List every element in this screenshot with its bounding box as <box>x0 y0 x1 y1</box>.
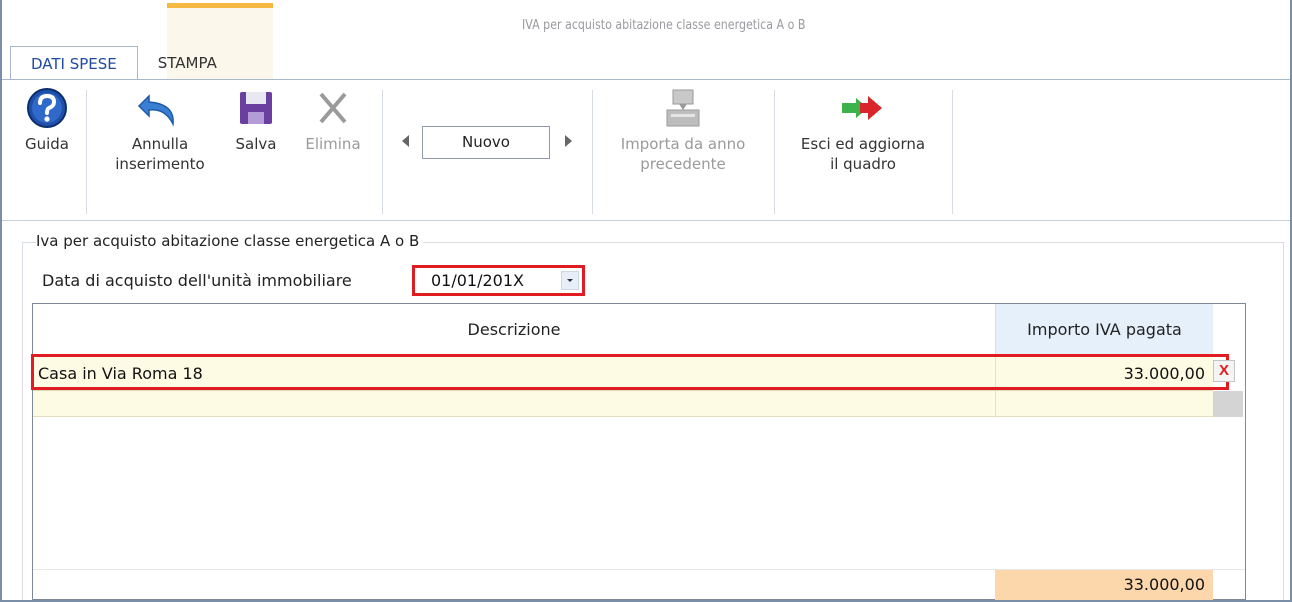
esci-label-1: Esci ed aggiorna <box>800 135 926 153</box>
column-header-importo[interactable]: Importo IVA pagata <box>995 304 1213 356</box>
delete-icon <box>319 92 347 124</box>
salva-label: Salva <box>235 135 277 153</box>
annulla-inserimento-button[interactable]: Annulla inserimento <box>106 86 214 174</box>
elimina-button[interactable]: Elimina <box>292 86 374 154</box>
new-row-separator <box>995 391 996 417</box>
save-icon <box>240 92 272 124</box>
purchase-date-value[interactable]: 01/01/201X <box>419 270 555 292</box>
total-importo: 33.000,00 <box>995 570 1213 600</box>
undo-icon <box>137 94 174 127</box>
ribbon-separator <box>952 90 953 214</box>
annulla-label-1: Annulla <box>131 135 189 153</box>
expenses-grid: Descrizione Importo IVA pagata Casa in V… <box>31 303 1246 600</box>
nav-prev-arrow[interactable] <box>402 135 409 147</box>
row-highlight-frame <box>31 354 1229 390</box>
ribbon-separator <box>86 90 87 214</box>
esci-label-2: il quadro <box>830 155 896 173</box>
exit-update-icon <box>842 96 882 120</box>
new-row[interactable] <box>33 391 1213 417</box>
importa-anno-precedente-button[interactable]: Importa da anno precedente <box>600 86 766 174</box>
tab-stampa[interactable]: STAMPA <box>138 46 237 80</box>
salva-button[interactable]: Salva <box>226 86 286 154</box>
record-navigator[interactable]: Nuovo <box>422 126 550 159</box>
group-border-left <box>22 242 23 600</box>
group-border-right <box>1283 242 1284 600</box>
nav-next-arrow[interactable] <box>565 135 572 147</box>
esci-aggiorna-button[interactable]: Esci ed aggiorna il quadro <box>780 86 946 174</box>
tab-dati-spese[interactable]: DATI SPESE <box>10 46 138 80</box>
purchase-date-field[interactable]: 01/01/201X <box>412 265 585 296</box>
new-row-side-cell <box>1213 391 1243 417</box>
date-label: Data di acquisto dell'unità immobiliare <box>42 271 352 290</box>
delete-row-button[interactable]: X <box>1213 360 1235 382</box>
guida-button[interactable]: Guida <box>16 86 78 154</box>
grid-footer: 33.000,00 <box>33 569 1245 600</box>
importa-label-2: precedente <box>640 155 726 173</box>
ribbon-separator <box>592 90 593 214</box>
elimina-label: Elimina <box>305 135 361 153</box>
group-legend: Iva per acquisto abitazione classe energ… <box>36 232 424 250</box>
importa-label-1: Importa da anno <box>620 135 746 153</box>
ribbon-tabs: DATI SPESE STAMPA <box>10 46 237 80</box>
column-header-descrizione[interactable]: Descrizione <box>33 304 995 356</box>
ribbon-toolbar: Guida Annulla inserimento Salva Elimina … <box>2 79 1290 221</box>
guida-label: Guida <box>24 135 69 153</box>
help-icon <box>27 88 67 128</box>
ribbon-separator <box>382 90 383 214</box>
ribbon-separator <box>774 90 775 214</box>
window-title: IVA per acquisto abitazione classe energ… <box>522 18 806 33</box>
chevron-down-icon[interactable] <box>561 271 579 290</box>
app-window: IVA per acquisto abitazione classe energ… <box>0 0 1292 602</box>
import-icon <box>666 89 700 127</box>
annulla-label-2: inserimento <box>115 155 205 173</box>
